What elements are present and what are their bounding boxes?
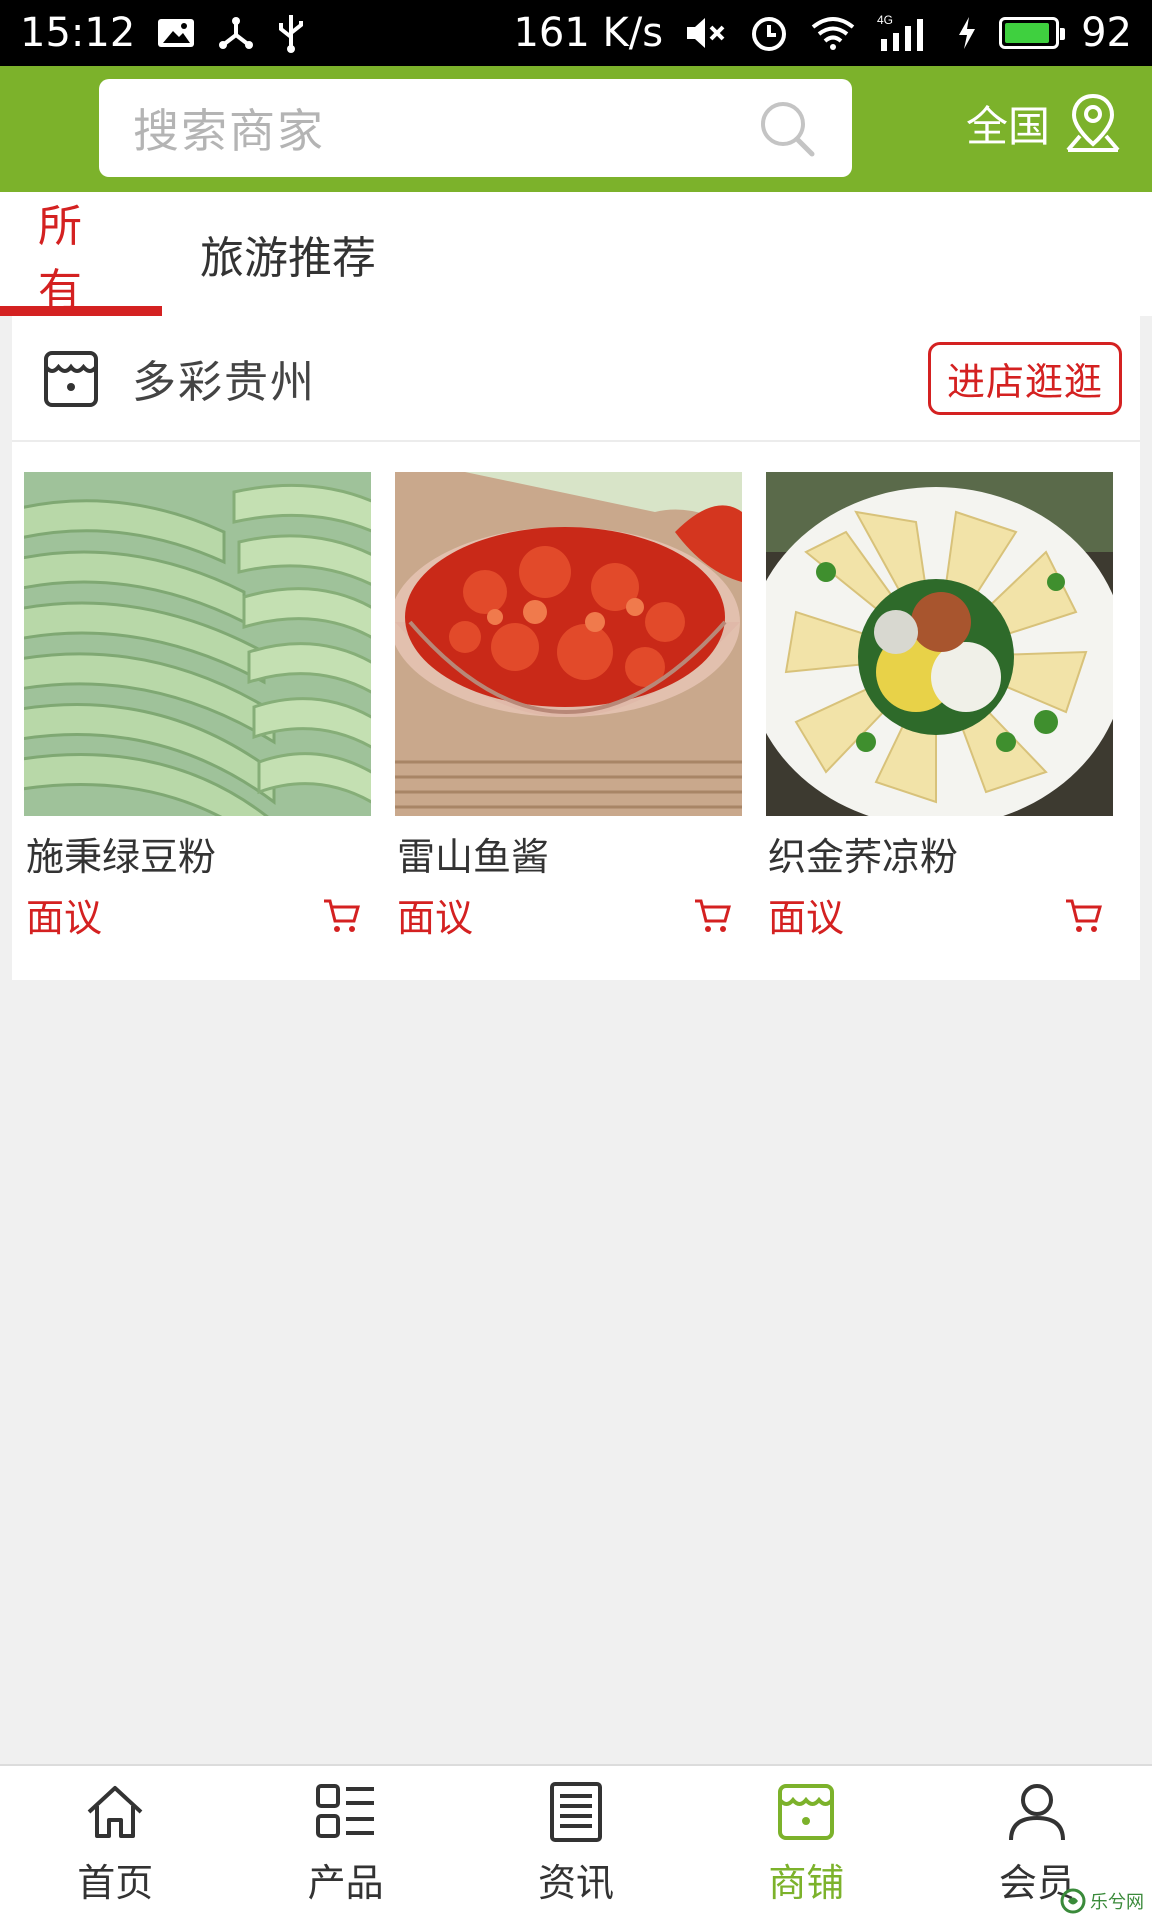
search-input[interactable]: 搜索商家 [99,79,852,177]
product-image-fish-sauce[interactable] [395,472,742,816]
net-speed: 161 K/s [513,10,664,56]
product-name: 织金荞凉粉 [768,835,959,879]
product-name: 施秉绿豆粉 [26,835,217,879]
location-icon [1066,93,1120,152]
store-icon [778,1783,835,1840]
signal-icon: 4G [877,13,935,53]
battery-percent: 92 [1081,10,1132,56]
share-notification-icon [217,15,255,51]
nav-products[interactable]: 产品 [230,1766,460,1920]
wifi-icon [811,15,855,51]
shop-name: 多彩贵州 [132,357,316,408]
search-placeholder: 搜索商家 [133,104,325,158]
product-list: 施秉绿豆粉 面议 雷山鱼酱 面议 织金荞凉粉 面议 [12,442,1140,942]
user-icon [1008,1783,1065,1840]
store-icon [44,351,98,407]
product-card[interactable]: 施秉绿豆粉 面议 [24,472,371,942]
cart-icon[interactable] [1063,895,1103,935]
alarm-icon [749,13,789,53]
shop-card: 多彩贵州 进店逛逛 施秉绿豆粉 面议 雷山鱼酱 面议 织金荞凉粉 面议 [12,316,1140,980]
product-image-buckwheat-jelly[interactable] [766,472,1113,816]
home-icon [87,1785,143,1838]
battery-level [1005,23,1050,43]
nav-products-label: 产品 [307,1860,384,1905]
nav-stores-label: 商铺 [768,1860,845,1905]
category-tabs: 所有 旅游推荐 [0,192,1152,316]
tab-travel-recommend[interactable]: 旅游推荐 [200,192,376,316]
cart-icon[interactable] [692,895,732,935]
watermark-logo-icon [1060,1888,1086,1914]
bottom-nav: 首页 产品 资讯 商铺 会员 [0,1764,1152,1920]
region-label: 全国 [965,101,1050,151]
battery-icon [999,17,1066,49]
tab-all[interactable]: 所有 [0,192,162,316]
charging-icon [957,15,977,51]
header-bar: 搜索商家 全国 [0,66,1152,192]
enter-shop-button[interactable]: 进店逛逛 [927,341,1122,415]
product-price: 面议 [768,896,845,940]
watermark-text: 乐兮网 [1090,1892,1144,1913]
gallery-notification-icon [157,17,195,49]
cart-icon[interactable] [321,895,361,935]
nav-news-label: 资讯 [538,1860,615,1905]
list-icon [315,1783,374,1838]
product-price: 面议 [26,896,103,940]
product-name: 雷山鱼酱 [397,835,550,879]
status-bar: 15:12 161 K/s 4G 92 [0,0,1152,66]
product-card[interactable]: 织金荞凉粉 面议 [766,472,1113,942]
product-card[interactable]: 雷山鱼酱 面议 [395,472,742,942]
nav-news[interactable]: 资讯 [461,1766,691,1920]
region-selector[interactable]: 全国 [966,92,1122,154]
status-time: 15:12 [20,10,136,56]
nav-stores[interactable]: 商铺 [691,1766,921,1920]
usb-icon [277,13,305,53]
product-price: 面议 [397,896,474,940]
nav-home-label: 首页 [77,1860,154,1905]
network-type: 4G [877,13,893,27]
product-image-mung-bean-noodles[interactable] [24,472,371,816]
nav-home[interactable]: 首页 [0,1766,230,1920]
mute-icon [685,15,727,51]
news-icon [550,1781,603,1842]
watermark: 乐兮网 [1060,1888,1144,1914]
shop-header[interactable]: 多彩贵州 进店逛逛 [12,316,1140,442]
search-icon[interactable] [756,97,818,159]
